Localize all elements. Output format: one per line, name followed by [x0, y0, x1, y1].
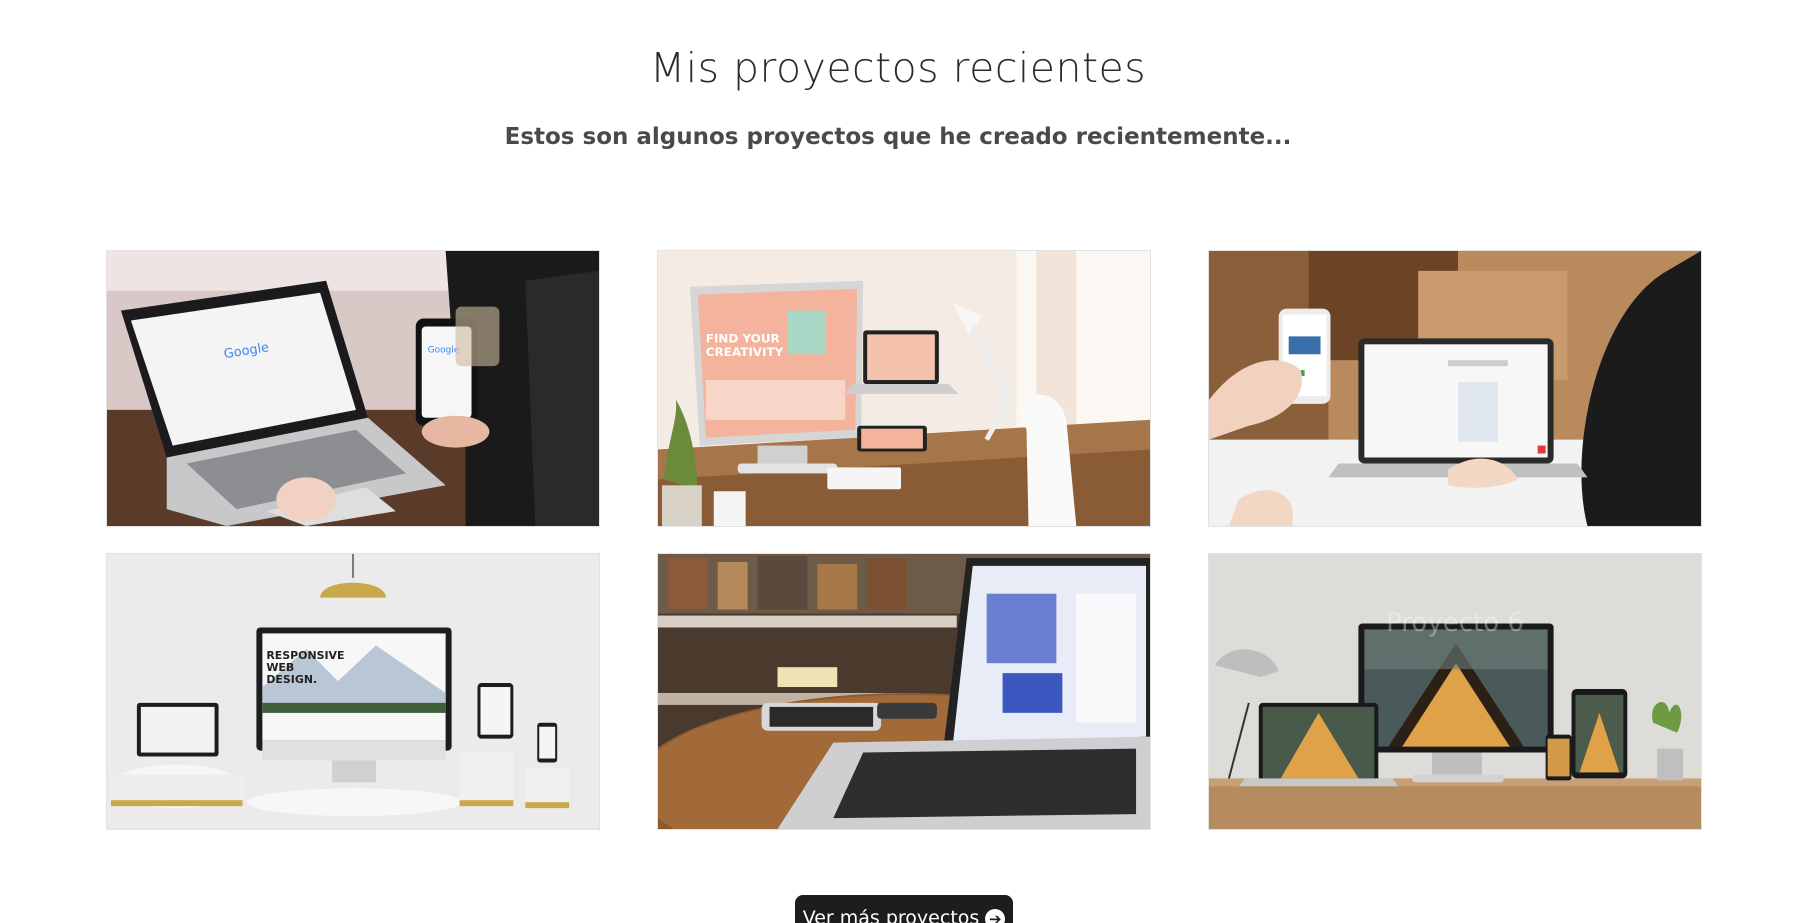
project-card-6[interactable]: Proyecto 6: [1208, 553, 1702, 830]
responsive-web-design-image: RESPONSIVE WEB DESIGN.: [107, 554, 599, 829]
phone-laptop-hands-image: [1209, 251, 1701, 526]
svg-text:DESIGN.: DESIGN.: [266, 673, 317, 686]
more-projects-label: Ver más proyectos: [802, 907, 980, 923]
svg-text:Google: Google: [428, 345, 460, 355]
project-card-1[interactable]: Google Google: [106, 250, 600, 527]
svg-text:CREATIVITY: CREATIVITY: [706, 345, 784, 359]
laptop-phone-image: Google Google: [107, 251, 599, 526]
imac-desk-image: FIND YOUR CREATIVITY: [658, 251, 1150, 526]
project-card-label: Proyecto 6: [1386, 608, 1524, 638]
more-projects-button[interactable]: Ver más proyectos ➔: [795, 895, 1013, 923]
project-card-5[interactable]: [657, 553, 1151, 830]
architect-studio-image: [1209, 554, 1701, 829]
arrow-right-circle-icon: ➔: [985, 909, 1006, 923]
projects-grid: Google Google FIND YOUR CREATIVITY RESPO…: [106, 250, 1702, 830]
project-card-2[interactable]: FIND YOUR CREATIVITY: [657, 250, 1151, 527]
section-title: Mis proyectos recientes: [649, 44, 1147, 92]
laptop-table-image: [658, 554, 1150, 829]
project-card-3[interactable]: [1208, 250, 1702, 527]
svg-text:FIND YOUR: FIND YOUR: [706, 331, 780, 345]
projects-section: Mis proyectos recientes Estos son alguno…: [0, 0, 1796, 923]
section-subtitle: Estos son algunos proyectos que he cread…: [504, 124, 1292, 150]
project-card-4[interactable]: RESPONSIVE WEB DESIGN.: [106, 553, 600, 830]
